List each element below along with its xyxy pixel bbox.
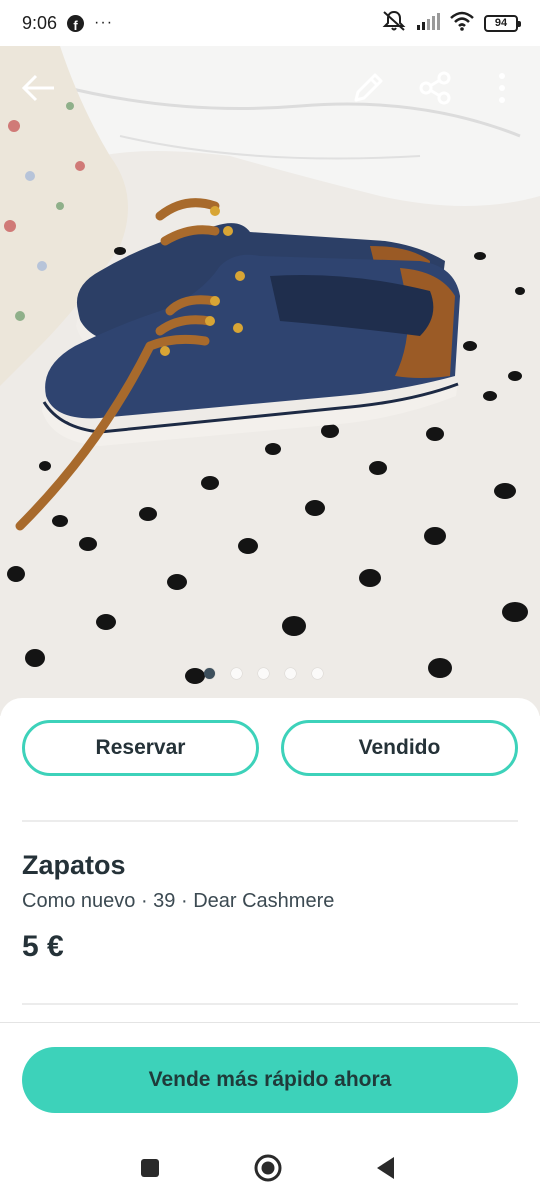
divider [22,1003,518,1005]
share-icon [419,71,451,105]
facebook-icon: f [67,14,85,32]
divider [22,820,518,822]
status-time: 9:06 [22,12,58,33]
gallery-dot-2[interactable] [231,668,242,679]
home-circle-icon [254,1154,282,1182]
wifi-icon [450,11,474,36]
mute-icon [382,10,406,37]
back-button[interactable] [16,66,60,110]
gallery-dot-3[interactable] [258,668,269,679]
home-button[interactable] [252,1152,284,1184]
reserve-button[interactable]: Reservar [22,720,259,776]
more-vertical-icon [499,73,505,103]
share-button[interactable] [413,66,457,110]
item-actions: Reservar Vendido [22,720,518,776]
battery-icon: 94 [484,14,521,32]
recents-button[interactable] [134,1152,166,1184]
gallery-pagination [204,668,323,679]
system-navigation-bar [0,1134,540,1200]
item-title: Zapatos [22,850,126,880]
item-price: 5 € [22,930,64,963]
signal-icon [416,12,440,35]
sell-faster-button[interactable]: Vende más rápido ahora [22,1047,518,1113]
sold-button[interactable]: Vendido [281,720,518,776]
product-photo [0,46,540,716]
back-triangle-icon [377,1157,394,1179]
gallery-dot-4[interactable] [285,668,296,679]
edit-button[interactable] [346,66,390,110]
more-notifications-indicator: ··· [94,14,114,31]
status-bar: 9:06 f ··· 94 [0,0,540,46]
gallery-dot-5[interactable] [312,668,323,679]
more-options-button[interactable] [480,66,524,110]
back-arrow-icon [21,74,54,102]
system-back-button[interactable] [370,1152,402,1184]
status-left: 9:06 f ··· [22,13,113,34]
gallery-dot-1[interactable] [204,668,215,679]
status-right: 94 [382,10,521,37]
item-meta: Como nuevo · 39 · Dear Cashmere [22,890,335,912]
recents-square-icon [141,1159,159,1177]
pencil-icon [354,73,383,102]
product-image-gallery[interactable] [0,46,540,716]
